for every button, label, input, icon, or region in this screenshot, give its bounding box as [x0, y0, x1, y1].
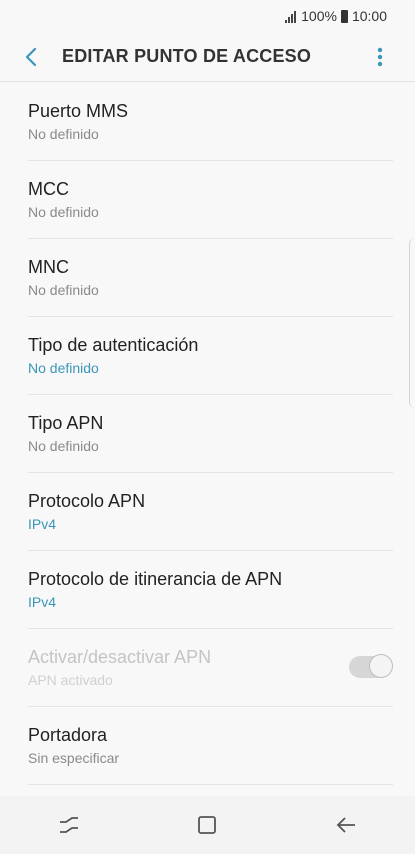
clock: 10:00: [351, 8, 387, 24]
setting-apn-toggle[interactable]: Activar/desactivar APN APN activado: [28, 629, 393, 707]
setting-label: MCC: [28, 179, 69, 199]
setting-label: MNC: [28, 257, 69, 277]
setting-apn-protocol[interactable]: Protocolo APN IPv4: [28, 473, 393, 551]
battery-icon: [340, 9, 348, 23]
page-title: EDITAR PUNTO DE ACCESO: [62, 46, 312, 66]
setting-label: Tipo de autenticación: [28, 335, 199, 355]
more-vert-icon: [377, 47, 383, 66]
setting-value: No definido: [28, 438, 99, 454]
toggle-knob: [369, 654, 393, 678]
setting-value: APN activado: [28, 672, 113, 688]
setting-label: Protocolo APN: [28, 491, 146, 511]
setting-value: No definido: [28, 204, 99, 220]
status-bar: 100% 10:00: [0, 0, 415, 32]
setting-value: No definido: [28, 360, 99, 376]
setting-label: Portadora: [28, 725, 108, 745]
setting-mnc[interactable]: MNC No definido: [28, 239, 393, 317]
setting-mms-port[interactable]: Puerto MMS No definido: [28, 83, 393, 161]
apn-toggle-switch[interactable]: [349, 654, 393, 678]
setting-apn-type[interactable]: Tipo APN No definido: [28, 395, 393, 473]
back-button[interactable]: [0, 32, 62, 82]
chevron-left-icon: [25, 47, 37, 66]
back-arrow-icon: [336, 817, 355, 833]
setting-label: Activar/desactivar APN: [28, 647, 212, 667]
setting-bearer[interactable]: Portadora Sin especificar: [28, 707, 393, 785]
setting-apn-roaming-protocol[interactable]: Protocolo de itinerancia de APN IPv4: [28, 551, 393, 629]
setting-label: Protocolo de itinerancia de APN: [28, 569, 283, 589]
more-options-button[interactable]: [345, 32, 415, 82]
navigation-bar: [0, 796, 415, 854]
setting-value: IPv4: [28, 516, 57, 532]
setting-label: Tipo APN: [28, 413, 104, 433]
recents-button[interactable]: [39, 800, 99, 850]
settings-list: Puerto MMS No definido MCC No definido M…: [0, 83, 415, 785]
setting-label: Puerto MMS: [28, 101, 129, 121]
system-back-button[interactable]: [316, 800, 376, 850]
signal-icon: [285, 9, 297, 23]
home-button[interactable]: [177, 800, 237, 850]
edge-panel-handle[interactable]: [409, 238, 415, 408]
setting-value: No definido: [28, 282, 99, 298]
setting-auth-type[interactable]: Tipo de autenticación No definido: [28, 317, 393, 395]
battery-percent: 100%: [301, 8, 337, 24]
setting-value: No definido: [28, 126, 99, 142]
setting-mcc[interactable]: MCC No definido: [28, 161, 393, 239]
setting-value: Sin especificar: [28, 750, 120, 766]
home-icon: [198, 816, 217, 834]
recents-icon: [60, 817, 79, 833]
app-bar: EDITAR PUNTO DE ACCESO: [0, 32, 415, 82]
setting-value: IPv4: [28, 594, 57, 610]
